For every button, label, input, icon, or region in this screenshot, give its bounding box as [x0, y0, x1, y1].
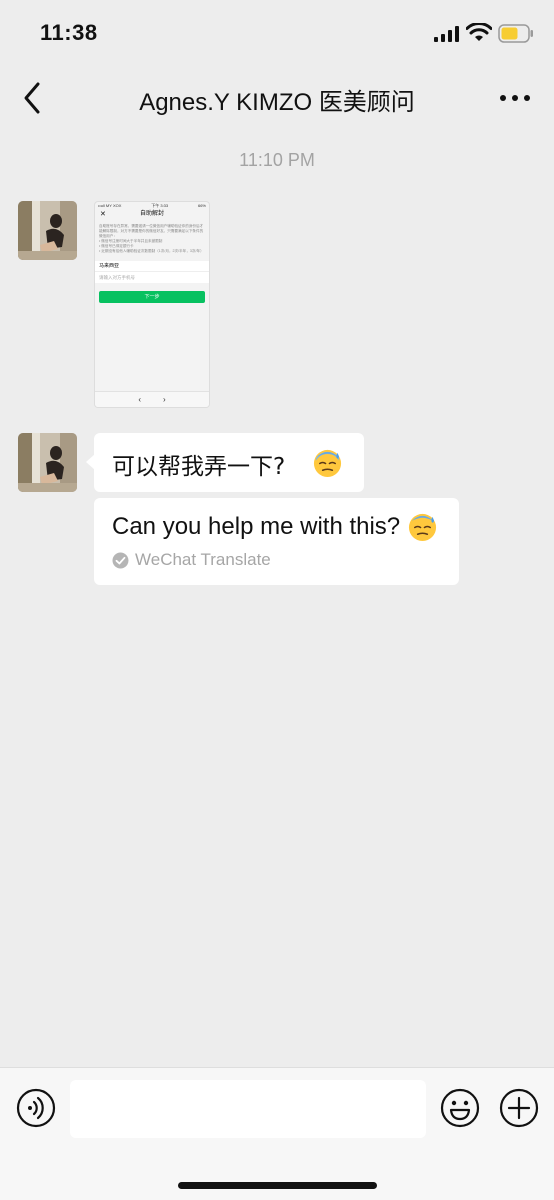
mini-intro: 自助账号存在异常，需要邀请一位微信用户辅助验证你的身份后才能解除限制，对方不需要… [99, 224, 204, 238]
mini-status-carrier: ••ull MY XOX [98, 203, 122, 208]
check-circle-icon [112, 552, 129, 568]
mini-region: 马来西亚 [95, 261, 209, 272]
mini-forward-icon: › [163, 395, 166, 404]
status-time: 11:38 [40, 20, 98, 45]
battery-icon [498, 24, 533, 43]
mini-status-time: 下午 3:33 [151, 203, 169, 208]
mini-phone-placeholder: 请输入对方手机号 [99, 275, 135, 280]
avatar-photo [18, 433, 77, 492]
translation-box[interactable]: Can you help me with this? WeChat Transl… [94, 498, 459, 585]
sweat-emoji-icon [408, 513, 437, 542]
message-timestamp: 11:10 PM [239, 150, 315, 170]
mini-title: 自助解封 [139, 211, 164, 217]
translation-source-label: WeChat Translate [135, 550, 271, 569]
mini-nav: ✕ 自助解封 [95, 209, 209, 220]
mini-rule: • 近期没有给他人辅助验证次数限制（1次/月，2次/半年，3次/年） [99, 249, 204, 253]
translation-source: WeChat Translate [112, 550, 271, 570]
contact-avatar[interactable] [18, 201, 77, 260]
translation-text: Can you help me with this? [112, 513, 401, 540]
emoji-button[interactable] [440, 1088, 480, 1128]
input-bar [0, 1067, 554, 1200]
chat-header: Agnes.Y KIMZO 医美顾问 [0, 64, 554, 134]
mini-browser-toolbar: ‹ › [95, 391, 209, 407]
status-bar: 11:38 [0, 0, 554, 64]
sweat-emoji-icon [313, 449, 342, 478]
mini-back-icon: ‹ [138, 395, 141, 404]
wifi-icon [466, 23, 492, 41]
mini-form: 马来西亚 请输入对方手机号 [95, 261, 209, 283]
mini-status-battery: 66% [197, 203, 206, 208]
mini-body: 自助账号存在异常，需要邀请一位微信用户辅助验证你的身份后才能解除限制，对方不需要… [95, 220, 209, 256]
message-text: 可以帮我弄一下? [112, 454, 286, 480]
text-message-bubble[interactable]: 可以帮我弄一下? [86, 433, 364, 492]
message-input[interactable] [70, 1080, 426, 1138]
chat-title: Agnes.Y KIMZO 医美顾问 [139, 89, 415, 116]
avatar-photo [18, 201, 77, 260]
mini-close-icon: ✕ [100, 211, 106, 218]
contact-avatar[interactable] [18, 433, 77, 492]
home-indicator[interactable] [178, 1182, 377, 1189]
back-button[interactable] [18, 80, 50, 116]
plus-button[interactable] [499, 1088, 539, 1128]
cellular-signal-icon [434, 26, 459, 42]
voice-input-button[interactable] [16, 1088, 56, 1128]
mini-status-bar: ••ull MY XOX 下午 3:33 66% [95, 202, 209, 209]
mini-next-button: 下一步 [99, 291, 205, 303]
more-dots-icon[interactable] [498, 84, 532, 112]
image-message[interactable]: ••ull MY XOX 下午 3:33 66% ✕ 自助解封 自助账号存在异常… [94, 201, 210, 408]
